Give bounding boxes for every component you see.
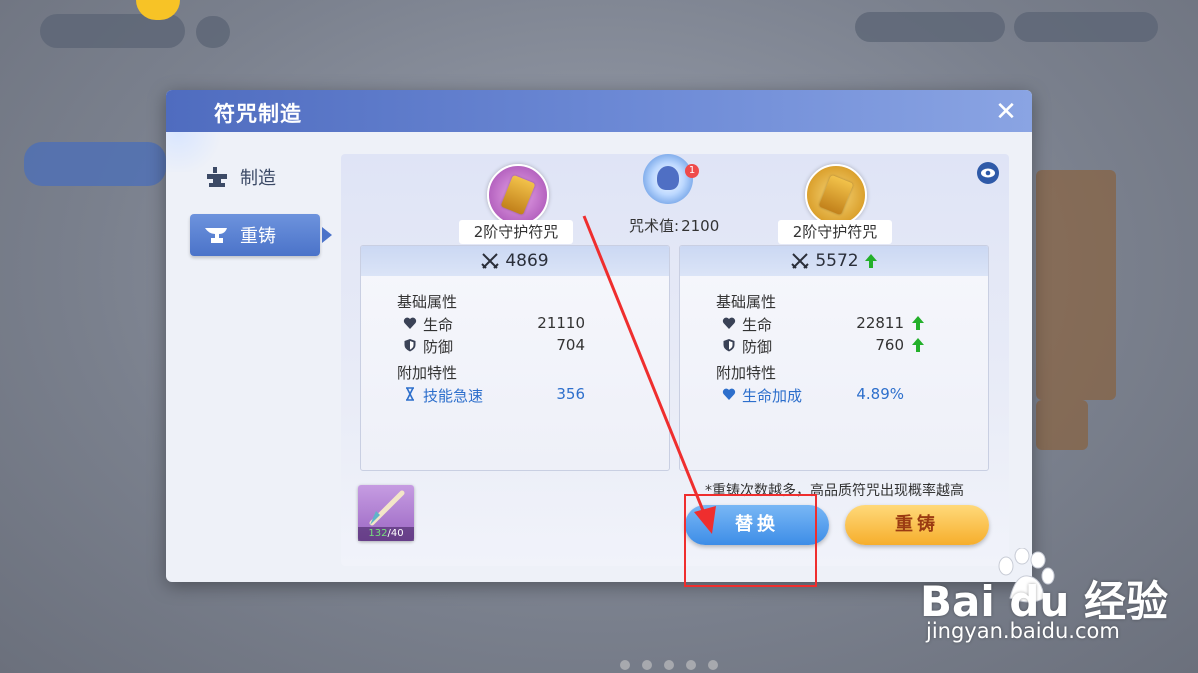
heart-icon	[722, 388, 736, 400]
material-count: 132/40	[358, 527, 414, 541]
crossed-swords-icon	[481, 253, 500, 269]
background-page-dot	[620, 660, 630, 670]
crossed-swords-icon	[791, 253, 810, 269]
spell-value: 咒术值: 2100	[627, 215, 719, 236]
tab-recast[interactable]: 重铸	[190, 214, 332, 256]
stat-label: 生命	[423, 316, 454, 334]
stat-value: 760	[875, 336, 904, 354]
cauldron-icon	[657, 166, 679, 190]
base-attributes-title: 基础属性	[397, 293, 458, 311]
power-value: 4869	[505, 251, 549, 271]
rune-crafting-dialog: 符咒制造 ✕ 制造 重铸 2阶守护符咒 1 咒术值: 2100 2阶守护符咒 4…	[166, 90, 1032, 582]
shield-icon	[404, 339, 416, 352]
background-character-art	[1036, 170, 1116, 400]
stat-label: 技能急速	[423, 387, 484, 405]
tab-make-label: 制造	[240, 168, 276, 189]
arrow-up-icon	[864, 254, 877, 268]
background-item-card	[1036, 400, 1088, 450]
stat-value: 22811	[856, 314, 904, 332]
stat-label: 防御	[742, 338, 773, 356]
recast-panel: 2阶守护符咒 1 咒术值: 2100 2阶守护符咒 4869 基础属性 生命 2…	[341, 154, 1009, 566]
stat-row-defense: 防御 760	[722, 336, 942, 356]
eye-icon	[981, 168, 995, 178]
stat-value: 356	[556, 385, 585, 403]
current-rune-icon[interactable]	[487, 164, 549, 226]
background-side-tab	[24, 142, 166, 186]
stat-row-defense: 防御 704	[403, 336, 623, 356]
material-total: /40	[387, 528, 404, 539]
stat-value: 4.89%	[856, 385, 904, 403]
current-rune-stats: 4869 基础属性 生命 21110 防御 704 附加特性 技能急速 356	[360, 245, 670, 471]
power-value: 5572	[815, 251, 859, 271]
shield-icon	[723, 339, 735, 352]
heart-icon	[722, 317, 736, 329]
background-currency-bar	[855, 12, 1005, 42]
view-button[interactable]	[977, 162, 999, 184]
stat-row-skill-haste: 技能急速 356	[403, 385, 623, 405]
current-rune-name: 2阶守护符咒	[459, 220, 573, 244]
extra-attributes-title: 附加特性	[716, 364, 777, 382]
background-info-button	[196, 16, 230, 48]
anvil-icon	[205, 228, 227, 243]
stat-value: 21110	[537, 314, 585, 332]
arrow-up-icon	[912, 338, 924, 352]
heart-icon	[403, 317, 417, 329]
stat-label: 生命	[742, 316, 773, 334]
stat-row-hp: 生命 22811	[722, 314, 942, 334]
recast-button[interactable]: 重铸	[845, 505, 989, 545]
stat-value: 704	[556, 336, 585, 354]
spell-value-label: 咒术值:	[629, 217, 680, 235]
watermark-url: jingyan.baidu.com	[926, 619, 1120, 643]
material-current: 132	[368, 528, 388, 539]
spell-value-number: 2100	[681, 217, 720, 235]
new-rune-stats: 5572 基础属性 生命 22811 防御 760 附加特性 生命加成 4.89…	[679, 245, 989, 471]
notification-badge: 1	[685, 164, 699, 178]
base-attributes-title: 基础属性	[716, 293, 777, 311]
spell-orb-icon[interactable]	[643, 154, 693, 204]
annotation-highlight-box	[684, 494, 817, 587]
dialog-title-bar: 符咒制造 ✕	[166, 90, 1032, 132]
stat-label: 生命加成	[742, 387, 803, 405]
rune-card-icon	[500, 174, 536, 216]
new-rune-icon[interactable]	[805, 164, 867, 226]
anvil-icon	[207, 167, 227, 187]
close-icon: ✕	[995, 97, 1017, 127]
tab-recast-label: 重铸	[240, 226, 276, 247]
tab-make[interactable]: 制造	[190, 156, 320, 198]
background-page-dot	[708, 660, 718, 670]
background-page-dot	[686, 660, 696, 670]
hourglass-icon	[406, 387, 414, 401]
rune-card-icon	[818, 174, 854, 216]
stat-row-hp: 生命 21110	[403, 314, 623, 334]
background-page-dot	[642, 660, 652, 670]
stat-row-hp-bonus: 生命加成 4.89%	[722, 385, 942, 405]
background-page-dot	[664, 660, 674, 670]
arrow-up-icon	[912, 316, 924, 330]
dialog-title: 符咒制造	[214, 102, 302, 126]
quill-icon	[369, 490, 405, 526]
stat-label: 防御	[423, 338, 454, 356]
power-row: 4869	[361, 246, 669, 276]
background-currency-bar	[1014, 12, 1158, 42]
power-row: 5572	[680, 246, 988, 276]
close-button[interactable]: ✕	[992, 98, 1020, 126]
new-rune-name: 2阶守护符咒	[778, 220, 892, 244]
extra-attributes-title: 附加特性	[397, 364, 458, 382]
recast-material-slot[interactable]: 132/40	[358, 485, 414, 541]
